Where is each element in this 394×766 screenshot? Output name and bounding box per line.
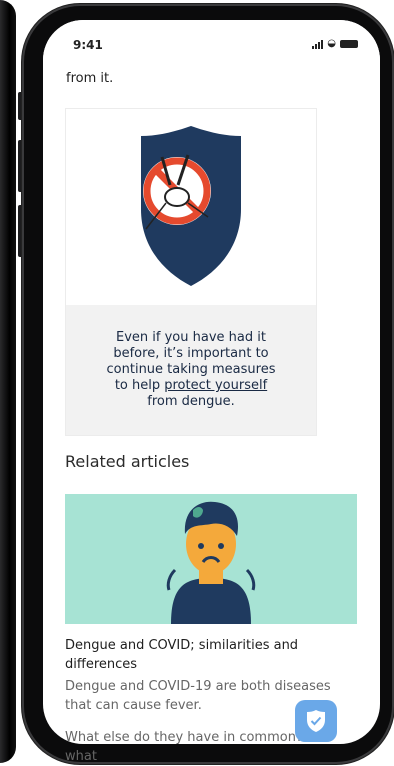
article-title[interactable]: Dengue and COVID; similarities and diffe… [65,636,355,674]
info-card: Even if you have had it before, it’s imp… [65,108,317,436]
phone-edge [0,0,16,763]
battery-icon [340,39,358,48]
article-thumbnail[interactable] [65,494,357,624]
status-time: 9:41 [73,38,103,52]
shield-check-icon [307,710,325,732]
card-illustration [66,109,316,305]
status-icons: ◒ [312,38,358,49]
protect-yourself-link[interactable]: protect yourself [164,378,267,393]
signal-icon [312,39,324,49]
status-bar: 9:41 ◒ [43,20,380,66]
sick-person-illustration [65,494,357,624]
no-mosquito-shield-icon [141,126,241,286]
wifi-icon: ◒ [327,38,336,49]
card-caption: Even if you have had it before, it’s imp… [66,305,316,435]
shield-action-button[interactable] [295,700,337,742]
caption-text-end: from dengue. [147,394,235,409]
related-articles-heading: Related articles [65,452,190,471]
